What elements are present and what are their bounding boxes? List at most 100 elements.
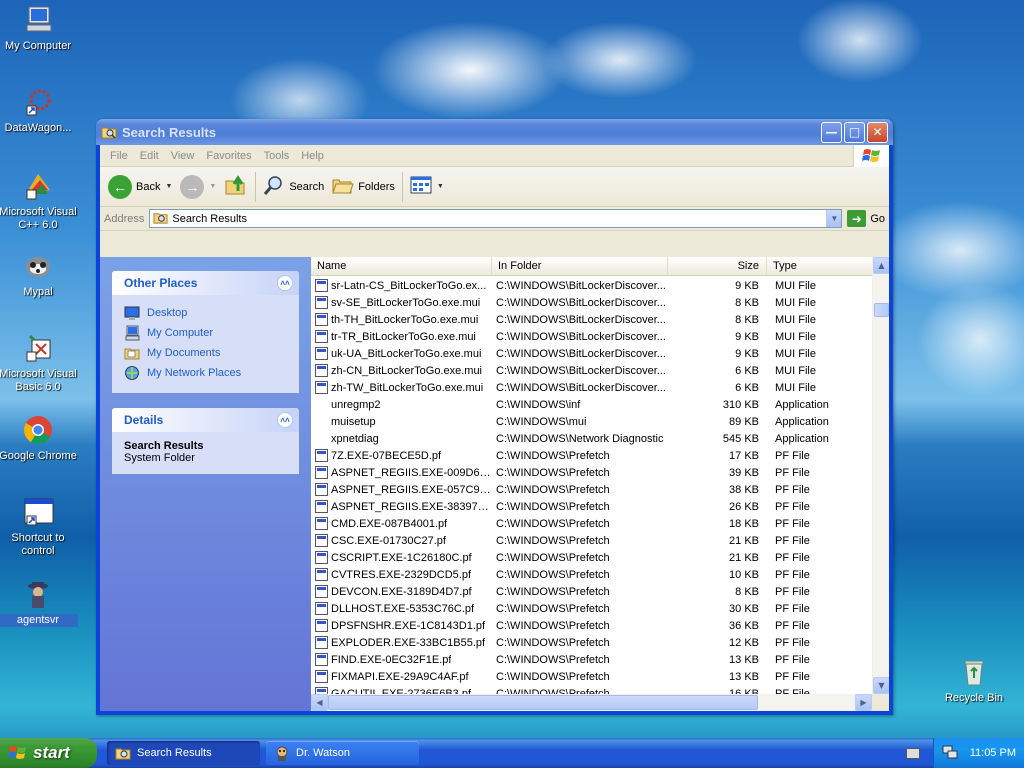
file-name-cell: tr-TR_BitLockerToGo.exe.mui <box>311 330 492 343</box>
vertical-scrollbar[interactable]: ▲ ▼ <box>872 257 889 694</box>
scroll-down-icon[interactable]: ▼ <box>873 677 889 694</box>
details-panel: Details ˄˄ Search Results System Folder <box>112 408 299 474</box>
other-places-link-my-documents[interactable]: My Documents <box>124 343 287 363</box>
desktop-icon-google-chrome[interactable]: Google Chrome <box>0 414 78 463</box>
network-tray-icon[interactable] <box>942 744 958 763</box>
folders-button[interactable]: Folders <box>328 170 399 204</box>
menu-file[interactable]: File <box>104 150 134 162</box>
dropdown-arrow-icon[interactable]: ▼ <box>165 183 172 190</box>
file-row[interactable]: ASPNET_REGIIS.EXE-057C90... C:\WINDOWS\Pr… <box>311 481 872 498</box>
close-button[interactable]: ✕ <box>867 121 888 143</box>
desktop-icon-recycle-bin[interactable]: Recycle Bin <box>934 656 1014 705</box>
file-name-cell: zh-CN_BitLockerToGo.exe.mui <box>311 364 492 377</box>
column-header-name[interactable]: Name <box>311 257 492 275</box>
file-name-cell: sr-Latn-CS_BitLockerToGo.ex... <box>311 279 492 292</box>
go-arrow-icon: ➜ <box>847 210 867 227</box>
column-header-type[interactable]: Type <box>767 257 889 275</box>
file-row[interactable]: GACUTIL.EXE-2736E6B3.pf C:\WINDOWS\Prefet… <box>311 685 872 694</box>
dropdown-arrow-icon[interactable]: ▼ <box>437 183 444 190</box>
file-name: DEVCON.EXE-3189D4D7.pf <box>331 585 472 598</box>
menu-favorites[interactable]: Favorites <box>200 150 257 162</box>
other-places-link-my-computer[interactable]: My Computer <box>124 323 287 343</box>
file-name-cell: CMD.EXE-087B4001.pf <box>311 517 492 530</box>
file-row[interactable]: unregmp2 C:\WINDOWS\inf 310 KB Application <box>311 396 872 413</box>
column-header-size[interactable]: Size <box>668 257 767 275</box>
views-button[interactable]: ▼ <box>406 170 448 204</box>
file-row[interactable]: zh-TW_BitLockerToGo.exe.mui C:\WINDOWS\Bi… <box>311 379 872 396</box>
file-row[interactable]: uk-UA_BitLockerToGo.exe.mui C:\WINDOWS\Bi… <box>311 345 872 362</box>
desktop-icon-visual-cpp[interactable]: Microsoft Visual C++ 6.0 <box>0 170 78 232</box>
collapse-chevron-icon[interactable]: ˄˄ <box>277 275 293 291</box>
clock[interactable]: 11:05 PM <box>970 747 1016 759</box>
dropdown-arrow-icon[interactable]: ▼ <box>209 183 216 190</box>
maximize-button[interactable]: □ <box>844 121 865 143</box>
address-field[interactable]: Search Results ▼ <box>149 209 843 228</box>
file-row[interactable]: EXPLODER.EXE-33BC1B55.pf C:\WINDOWS\Prefe… <box>311 634 872 651</box>
up-folder-button[interactable] <box>220 170 252 204</box>
file-type: MUI File <box>775 279 816 292</box>
file-row[interactable]: CVTRES.EXE-2329DCD5.pf C:\WINDOWS\Prefetc… <box>311 566 872 583</box>
vertical-scroll-thumb[interactable] <box>874 303 889 317</box>
scroll-up-icon[interactable]: ▲ <box>873 257 889 274</box>
file-row[interactable]: CMD.EXE-087B4001.pf C:\WINDOWS\Prefetch 18… <box>311 515 872 532</box>
taskbar-button-dr-watson[interactable]: Dr. Watson <box>266 741 419 765</box>
other-places-link-my-network-places[interactable]: My Network Places <box>124 363 287 383</box>
file-size: 8 KB <box>735 296 759 309</box>
collapse-chevron-icon[interactable]: ˄˄ <box>277 412 293 428</box>
file-name: unregmp2 <box>331 398 381 411</box>
desktop-icon-agentsvr[interactable]: agentsvr <box>0 578 78 627</box>
other-places-link-desktop[interactable]: Desktop <box>124 303 287 323</box>
file-type: Application <box>775 398 829 411</box>
scroll-left-icon[interactable]: ◀ <box>311 694 328 711</box>
menu-view[interactable]: View <box>165 150 201 162</box>
file-type: MUI File <box>775 381 816 394</box>
file-row[interactable]: muisetup C:\WINDOWS\mui 89 KB Application <box>311 413 872 430</box>
forward-button[interactable]: → ▼ <box>176 170 220 204</box>
go-button[interactable]: ➜ Go <box>847 210 885 227</box>
file-row[interactable]: tr-TR_BitLockerToGo.exe.mui C:\WINDOWS\Bi… <box>311 328 872 345</box>
title-bar[interactable]: Search Results — □ ✕ <box>96 119 893 145</box>
file-row[interactable]: CSC.EXE-01730C27.pf C:\WINDOWS\Prefetch 21… <box>311 532 872 549</box>
file-row[interactable]: ASPNET_REGIIS.EXE-38397C... C:\WINDOWS\Pr… <box>311 498 872 515</box>
file-row[interactable]: DPSFNSHR.EXE-1C8143D1.pf C:\WINDOWS\Prefe… <box>311 617 872 634</box>
address-dropdown-button[interactable]: ▼ <box>826 210 842 227</box>
task-pane: Other Places ˄˄ Desktop My Computer My D… <box>100 257 311 711</box>
file-row[interactable]: sv-SE_BitLockerToGo.exe.mui C:\WINDOWS\Bi… <box>311 294 872 311</box>
menu-tools[interactable]: Tools <box>258 150 296 162</box>
file-row[interactable]: zh-CN_BitLockerToGo.exe.mui C:\WINDOWS\Bi… <box>311 362 872 379</box>
file-name: ASPNET_REGIIS.EXE-38397C... <box>331 500 492 513</box>
horizontal-scroll-thumb[interactable] <box>328 695 758 710</box>
desktop-icon-mypal[interactable]: Mypal <box>0 250 78 299</box>
back-button[interactable]: ← Back ▼ <box>104 170 176 204</box>
file-row[interactable]: xpnetdiag C:\WINDOWS\Network Diagnostic 54… <box>311 430 872 447</box>
desktop-icon-datawagon[interactable]: DataWagon... <box>0 86 78 135</box>
file-icon <box>315 279 328 292</box>
file-row[interactable]: ASPNET_REGIIS.EXE-009D6E... C:\WINDOWS\Pr… <box>311 464 872 481</box>
minimize-button[interactable]: — <box>821 121 842 143</box>
menu-help[interactable]: Help <box>295 150 330 162</box>
file-row[interactable]: DLLHOST.EXE-5353C76C.pf C:\WINDOWS\Prefet… <box>311 600 872 617</box>
desktop-icon-my-computer[interactable]: My Computer <box>0 4 78 53</box>
file-row[interactable]: FIXMAPI.EXE-29A9C4AF.pf C:\WINDOWS\Prefet… <box>311 668 872 685</box>
other-places-header[interactable]: Other Places ˄˄ <box>112 271 299 295</box>
file-row[interactable]: FIND.EXE-0EC32F1E.pf C:\WINDOWS\Prefetch 1… <box>311 651 872 668</box>
search-button[interactable]: Search <box>259 170 328 204</box>
file-row[interactable]: CSCRIPT.EXE-1C26180C.pf C:\WINDOWS\Prefet… <box>311 549 872 566</box>
taskbar-button-search-results[interactable]: Search Results <box>107 741 260 765</box>
file-row[interactable]: th-TH_BitLockerToGo.exe.mui C:\WINDOWS\Bi… <box>311 311 872 328</box>
details-header[interactable]: Details ˄˄ <box>112 408 299 432</box>
file-type: PF File <box>775 585 810 598</box>
control-shortcut-icon <box>22 496 54 528</box>
column-header-in-folder[interactable]: In Folder <box>492 257 668 275</box>
desktop-icon-control-shortcut[interactable]: Shortcut to control <box>0 496 78 558</box>
keyboard-tray-icon[interactable] <box>906 748 920 759</box>
file-row[interactable]: 7Z.EXE-07BECE5D.pf C:\WINDOWS\Prefetch 17 … <box>311 447 872 464</box>
file-row[interactable]: DEVCON.EXE-3189D4D7.pf C:\WINDOWS\Prefetc… <box>311 583 872 600</box>
desktop-icon-visual-basic[interactable]: Microsoft Visual Basic 6.0 <box>0 332 78 394</box>
start-button[interactable]: start <box>0 738 97 768</box>
horizontal-scrollbar[interactable]: ◀ ▶ <box>311 694 872 711</box>
file-type: PF File <box>775 653 810 666</box>
scroll-right-icon[interactable]: ▶ <box>855 694 872 711</box>
menu-edit[interactable]: Edit <box>134 150 165 162</box>
file-row[interactable]: sr-Latn-CS_BitLockerToGo.ex... C:\WINDOWS… <box>311 277 872 294</box>
